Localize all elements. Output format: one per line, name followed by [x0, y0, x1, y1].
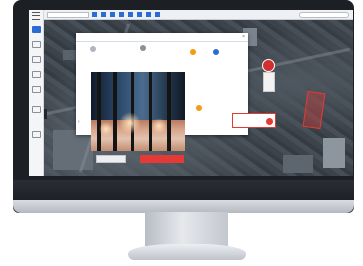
- map-icon: [31, 26, 41, 33]
- photo-light: [99, 122, 113, 136]
- settings-icon: [31, 131, 41, 138]
- checkbox-icon: [119, 12, 124, 17]
- sidebar-item-list[interactable]: [31, 55, 41, 67]
- filter-checkbox-4[interactable]: [119, 12, 125, 17]
- gear-icon[interactable]: [140, 45, 146, 51]
- filter-checkbox-3[interactable]: [110, 12, 116, 17]
- checkbox-icon: [128, 12, 133, 17]
- photo-column: [97, 72, 101, 151]
- alert-badge[interactable]: [262, 59, 275, 72]
- checkbox-icon: [155, 12, 160, 17]
- highlight-zone[interactable]: [302, 90, 326, 130]
- left-sidebar: [29, 10, 44, 176]
- filter-checkbox-7[interactable]: [146, 12, 152, 17]
- sidebar-item-layers[interactable]: [31, 40, 41, 52]
- list-icon: [31, 56, 41, 63]
- sidebar-item-map[interactable]: [31, 25, 41, 37]
- divider: [76, 41, 248, 42]
- checkbox-icon: [92, 12, 97, 17]
- photo-light: [119, 112, 141, 134]
- monitor-stand-neck: [145, 212, 228, 246]
- filter-checkbox-8[interactable]: [155, 12, 161, 17]
- info-icon[interactable]: [213, 49, 219, 55]
- document-icon: [31, 86, 41, 93]
- chevron-left-icon[interactable]: ‹: [78, 119, 80, 125]
- building: [323, 138, 345, 168]
- photo-column: [113, 72, 117, 151]
- top-toolbar: [43, 10, 353, 20]
- camera-icon[interactable]: [90, 46, 96, 52]
- confirm-button[interactable]: [140, 155, 184, 163]
- sidebar-item-document[interactable]: [31, 85, 41, 97]
- sidebar-item-settings[interactable]: [31, 130, 41, 142]
- search-input[interactable]: [299, 11, 349, 18]
- photo-column: [149, 72, 152, 151]
- monitor-stand-base: [128, 244, 246, 260]
- cancel-button[interactable]: [96, 155, 126, 163]
- chart-icon: [31, 106, 41, 113]
- checkbox-icon: [146, 12, 151, 17]
- layers-icon: [31, 41, 41, 48]
- photo-column: [167, 72, 171, 151]
- alert-icon[interactable]: [266, 118, 273, 125]
- hamburger-icon[interactable]: [32, 12, 40, 20]
- checkbox-icon: [137, 12, 142, 17]
- checkbox-icon: [110, 12, 115, 17]
- close-icon[interactable]: ×: [242, 34, 245, 40]
- camera-icon: [31, 71, 41, 78]
- filter-checkbox-1[interactable]: [92, 12, 98, 17]
- filter-checkbox-6[interactable]: [137, 12, 143, 17]
- photo-light: [151, 118, 167, 134]
- checkbox-icon: [101, 12, 106, 17]
- camera-photo[interactable]: [91, 72, 185, 151]
- sidebar-item-chart[interactable]: [31, 105, 41, 117]
- alert-icon[interactable]: [196, 105, 202, 111]
- filter-checkbox-2[interactable]: [101, 12, 107, 17]
- building: [283, 155, 313, 173]
- sidebar-item-camera[interactable]: [31, 70, 41, 82]
- filter-checkbox-5[interactable]: [128, 12, 134, 17]
- warning-icon[interactable]: [190, 49, 196, 55]
- region-select[interactable]: [47, 11, 89, 18]
- side-scroll-panel[interactable]: [263, 72, 275, 92]
